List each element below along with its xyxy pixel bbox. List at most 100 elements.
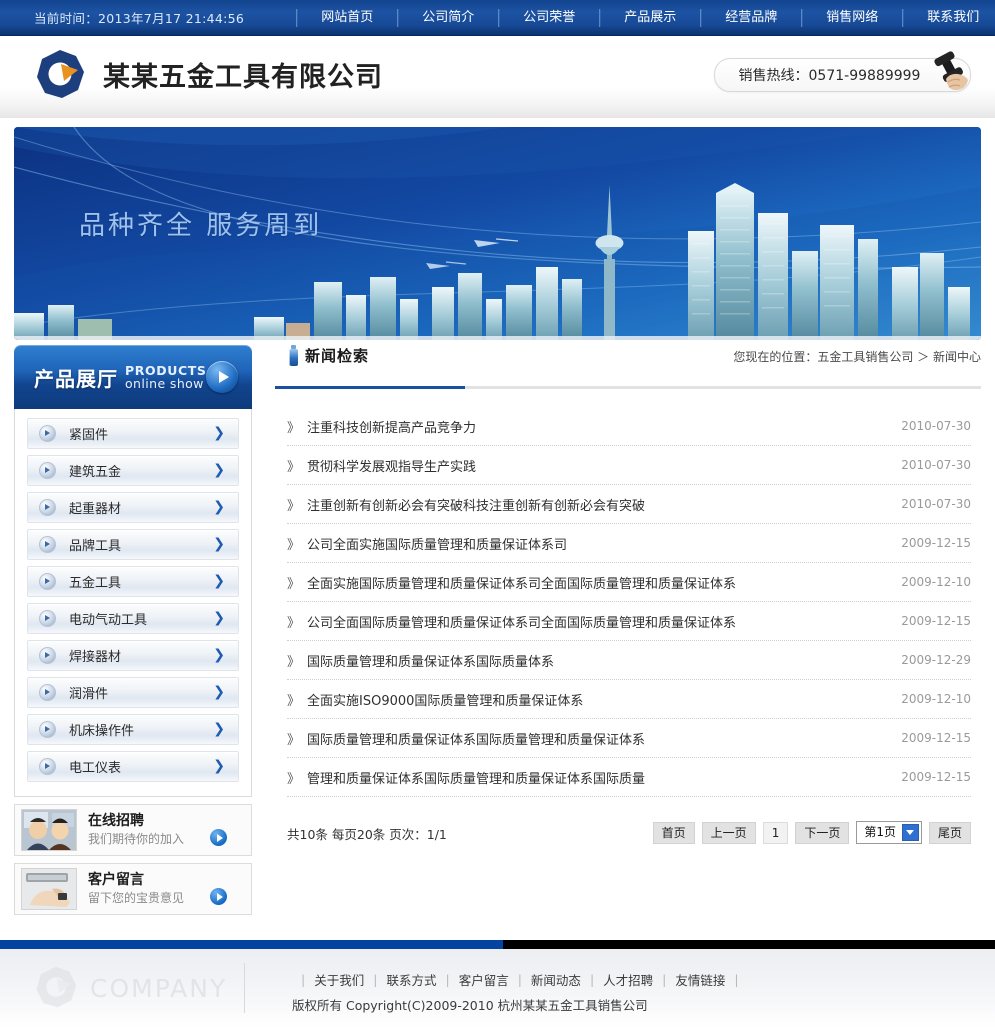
promo-feedback[interactable]: 客户留言 留下您的宝贵意见 (14, 863, 252, 915)
news-item-date: 2010-07-30 (901, 458, 971, 472)
content-header: 新闻检索 您现在的位置：五金工具销售公司 ＞ 新闻中心 (275, 345, 981, 383)
chevron-right-icon: ❯ (213, 647, 225, 663)
double-chevron-icon: 》 (287, 732, 301, 748)
main-nav-list: 网站首页 公司简介 公司荣誉 产品展示 经营品牌 销售网络 联系我们 (296, 8, 995, 28)
news-item[interactable]: 》注重科技创新提高产品竞争力 2010-07-30 (287, 407, 971, 446)
nav-separator (296, 8, 298, 27)
promo-text: 在线招聘 我们期待你的加入 (88, 812, 184, 848)
double-chevron-icon: 》 (287, 693, 301, 709)
news-item-title: 公司全面国际质量管理和质量保证体系司全面国际质量管理和质量保证体系 (307, 615, 737, 631)
sales-hotline-badge[interactable]: 销售热线：0571-99889999 (714, 51, 971, 92)
footer-link-separator: | (373, 972, 378, 987)
bullet-play-icon (39, 610, 56, 627)
sidebar-category-1[interactable]: 紧固件 ❯ (27, 418, 239, 449)
pagination-next-button[interactable]: 下一页 (795, 821, 850, 844)
news-item-title: 贯彻科学发展观指导生产实践 (307, 459, 477, 475)
chevron-right-icon: ❯ (213, 499, 225, 515)
chevron-down-icon[interactable] (901, 824, 919, 841)
nav-item-contact[interactable]: 联系我们 (903, 8, 995, 28)
phone-handset-icon (930, 49, 982, 97)
pagination-first-button[interactable]: 首页 (652, 821, 695, 844)
news-item[interactable]: 》全面实施国际质量管理和质量保证体系司全面国际质量管理和质量保证体系 2009-1… (287, 563, 971, 602)
footer-top-strip-blue (0, 940, 503, 949)
promo-thumbnail (21, 868, 77, 910)
footer-link[interactable]: 新闻动态 (531, 970, 581, 989)
product-showroom-title-en: PRODUCTS online show (125, 364, 206, 390)
footer-link[interactable]: 关于我们 (314, 970, 364, 989)
footer-logo-icon (34, 965, 78, 1012)
sidebar-category-label: 焊接器材 (69, 650, 122, 665)
pagination-prev-button[interactable]: 上一页 (701, 821, 756, 844)
nav-separator (498, 8, 500, 27)
sidebar-category-label: 机床操作件 (69, 724, 135, 739)
product-showroom-title-en-line2: online show (125, 376, 204, 391)
sidebar-category-label: 紧固件 (69, 428, 109, 443)
banner-slogan: 品种齐全 服务周到 (79, 211, 323, 241)
chevron-right-icon: ❯ (213, 536, 225, 552)
content-area: 新闻检索 您现在的位置：五金工具销售公司 ＞ 新闻中心 》注重科技创新提高产品竞… (275, 345, 981, 845)
sidebar-category-6[interactable]: 电动气动工具 ❯ (27, 603, 239, 634)
news-item-title: 全面实施国际质量管理和质量保证体系司全面国际质量管理和质量保证体系 (307, 576, 737, 592)
news-item-title: 管理和质量保证体系国际质量管理和质量保证体系国际质量 (307, 771, 646, 787)
nav-separator (902, 8, 904, 27)
chevron-right-icon: ❯ (213, 758, 225, 774)
news-item-date: 2010-07-30 (901, 497, 971, 511)
news-item[interactable]: 》国际质量管理和质量保证体系国际质量管理和质量保证体系 2009-12-15 (287, 719, 971, 758)
sidebar-category-7[interactable]: 焊接器材 ❯ (27, 640, 239, 671)
sidebar-category-3[interactable]: 起重器材 ❯ (27, 492, 239, 523)
current-time-label: 当前时间：2013年7月17 21:44:56 (34, 11, 245, 26)
logo-block[interactable]: 某某五金工具有限公司 (34, 48, 383, 100)
sidebar-category-9[interactable]: 机床操作件 ❯ (27, 714, 239, 745)
promo-recruitment[interactable]: 在线招聘 我们期待你的加入 (14, 804, 252, 856)
sidebar-category-10[interactable]: 电工仪表 ❯ (27, 751, 239, 782)
sidebar-category-label: 建筑五金 (69, 465, 122, 480)
news-item[interactable]: 》公司全面国际质量管理和质量保证体系司全面国际质量管理和质量保证体系 2009-1… (287, 602, 971, 641)
news-item[interactable]: 》公司全面实施国际质量管理和质量保证体系司 2009-12-15 (287, 524, 971, 563)
news-item[interactable]: 》国际质量管理和质量保证体系国际质量体系 2009-12-29 (287, 641, 971, 680)
footer-link[interactable]: 客户留言 (459, 970, 509, 989)
nav-item-about[interactable]: 公司简介 (398, 8, 498, 28)
nav-separator (801, 8, 803, 27)
bullet-play-icon (39, 684, 56, 701)
sidebar-category-label: 品牌工具 (69, 539, 122, 554)
pagination-controls: 首页 上一页 1 下一页 第1页 尾页 (652, 821, 971, 844)
news-item[interactable]: 》注重创新有创新必会有突破科技注重创新有创新必会有突破 2010-07-30 (287, 485, 971, 524)
hero-banner[interactable]: 品种齐全 服务周到 (14, 127, 981, 340)
footer-link[interactable]: 友情链接 (675, 970, 725, 989)
double-chevron-icon: 》 (287, 615, 301, 631)
news-item-date: 2009-12-10 (901, 692, 971, 706)
pagination-last-button[interactable]: 尾页 (928, 821, 971, 844)
bullet-play-icon (39, 425, 56, 442)
news-item-date: 2010-07-30 (901, 419, 971, 433)
nav-item-honor[interactable]: 公司荣誉 (499, 8, 599, 28)
footer-link[interactable]: 联系方式 (386, 970, 436, 989)
sidebar-category-5[interactable]: 五金工具 ❯ (27, 566, 239, 597)
nav-item-network[interactable]: 销售网络 (802, 8, 902, 28)
news-item[interactable]: 》贯彻科学发展观指导生产实践 2010-07-30 (287, 446, 971, 485)
double-chevron-icon: 》 (287, 537, 301, 553)
news-list: 》注重科技创新提高产品竞争力 2010-07-30 》 贯彻科学发展观指导生产实践 20… (275, 407, 981, 797)
sidebar-category-label: 润滑件 (69, 687, 109, 702)
play-arrow-icon[interactable] (206, 361, 238, 393)
sidebar-category-8[interactable]: 润滑件 ❯ (27, 677, 239, 708)
news-item-date: 2009-12-15 (901, 731, 971, 745)
footer-link[interactable]: 人才招聘 (603, 970, 653, 989)
promo-go-icon[interactable] (210, 829, 227, 846)
nav-item-home[interactable]: 网站首页 (297, 8, 397, 28)
sidebar: 产品展厅 PRODUCTS online show 紧固件 ❯ 建筑五金 ❯ 起重器材 ❯… (14, 345, 252, 915)
news-item-date: 2009-12-15 (901, 614, 971, 628)
nav-item-products[interactable]: 产品展示 (600, 8, 700, 28)
sidebar-category-2[interactable]: 建筑五金 ❯ (27, 455, 239, 486)
news-item[interactable]: 》管理和质量保证体系国际质量管理和质量保证体系国际质量 2009-12-15 (287, 758, 971, 797)
pagination-page-select[interactable]: 第1页 (856, 821, 922, 844)
double-chevron-icon: 》 (287, 576, 301, 592)
news-item[interactable]: 》全面实施ISO9000国际质量管理和质量保证体系 2009-12-10 (287, 680, 971, 719)
promo-go-icon[interactable] (210, 888, 227, 905)
promo-text: 客户留言 留下您的宝贵意见 (88, 871, 184, 907)
sidebar-category-4[interactable]: 品牌工具 ❯ (27, 529, 239, 560)
nav-item-brands[interactable]: 经营品牌 (701, 8, 801, 28)
bullet-play-icon (39, 536, 56, 553)
category-list: 紧固件 ❯ 建筑五金 ❯ 起重器材 ❯ 品牌工具 ❯ 五金工具 ❯ 电动气动工具 ❯ 焊接器材 ❯ 润滑件 ❯… (15, 409, 251, 796)
product-showroom-header[interactable]: 产品展厅 PRODUCTS online show (14, 345, 252, 409)
pagination-page-1[interactable]: 1 (762, 821, 789, 844)
